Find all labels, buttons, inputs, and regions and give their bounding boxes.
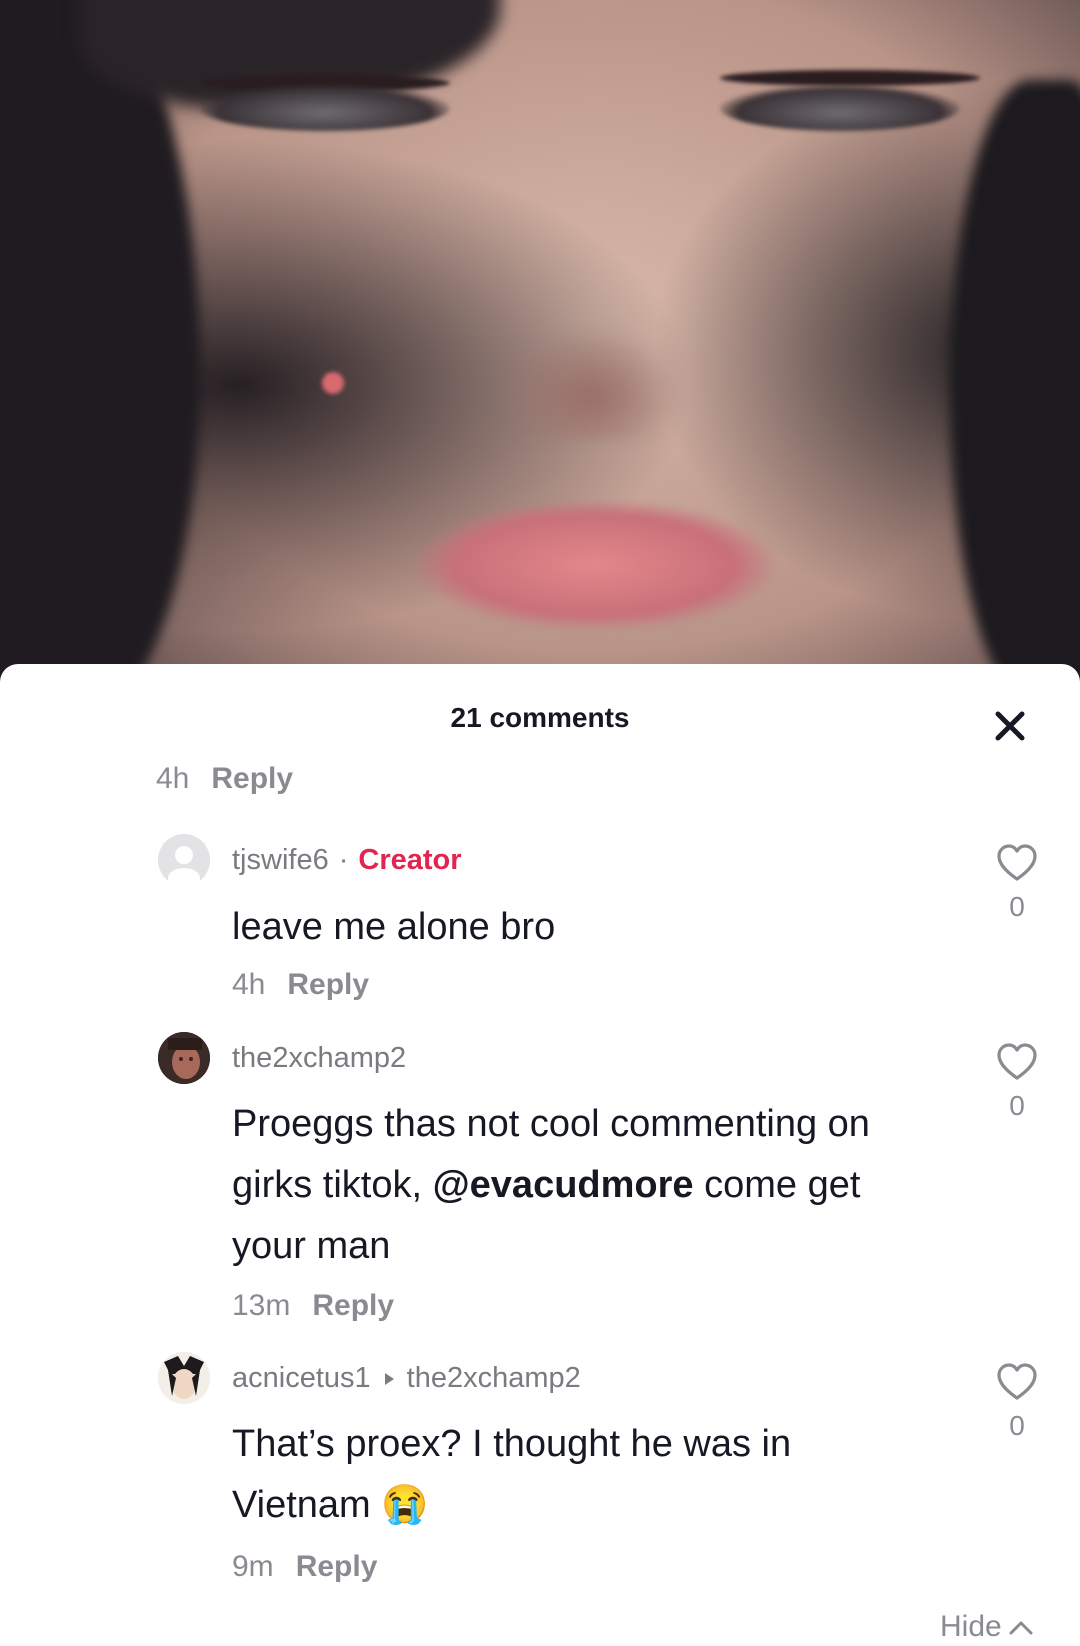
default-avatar-icon	[158, 834, 210, 886]
comment-time: 13m	[232, 1289, 291, 1322]
comment-time: 4h	[156, 762, 190, 795]
reply-arrow-icon	[384, 1372, 394, 1385]
anime-avatar-icon	[158, 1352, 210, 1404]
comment-time: 4h	[232, 968, 266, 1001]
like-count: 0	[1009, 1090, 1025, 1121]
user-photo-avatar-icon	[158, 1032, 210, 1084]
previous-comment-meta: 4h Reply	[156, 762, 293, 796]
like-button[interactable]: 0	[996, 1363, 1038, 1442]
chevron-up-icon	[1009, 1621, 1033, 1635]
comment-username[interactable]: the2xchamp2	[232, 1042, 406, 1075]
like-button[interactable]: 0	[996, 844, 1038, 923]
reply-button[interactable]: Reply	[296, 1550, 378, 1584]
avatar[interactable]	[158, 1352, 210, 1404]
comment-meta: 4h Reply	[232, 968, 369, 1002]
comment-text: leave me alone bro	[232, 906, 556, 948]
reply-button[interactable]: Reply	[312, 1289, 394, 1323]
comment-meta: 13m Reply	[232, 1289, 394, 1323]
close-button[interactable]	[990, 706, 1030, 746]
heart-icon	[997, 844, 1037, 881]
heart-icon	[997, 1043, 1037, 1080]
comment-meta: 9m Reply	[232, 1550, 377, 1584]
comment-username[interactable]: tjswife6	[232, 844, 329, 877]
avatar[interactable]	[158, 1032, 210, 1084]
avatar[interactable]	[158, 834, 210, 886]
comment-time: 9m	[232, 1550, 274, 1583]
reply-button[interactable]: Reply	[287, 968, 369, 1002]
reply-button[interactable]: Reply	[211, 762, 293, 796]
hide-replies-button[interactable]: Hide	[940, 1610, 1034, 1644]
comment-username[interactable]: acnicetus1	[232, 1362, 371, 1395]
creator-badge: Creator	[358, 844, 462, 876]
like-count: 0	[1009, 891, 1025, 922]
mention-link[interactable]: @evacudmore	[433, 1164, 694, 1206]
like-button[interactable]: 0	[996, 1043, 1038, 1122]
separator-dot: ·	[338, 844, 349, 876]
hide-label: Hide	[940, 1610, 1002, 1643]
like-count: 0	[1009, 1410, 1025, 1441]
comments-count-title: 21 comments	[450, 702, 630, 733]
comment-text: That’s proex? I thought he was in Vietna…	[232, 1423, 792, 1526]
heart-icon	[997, 1363, 1037, 1400]
close-icon	[995, 711, 1025, 741]
crying-emoji: 😭	[381, 1484, 429, 1526]
reply-to-username[interactable]: the2xchamp2	[407, 1362, 581, 1395]
comment-text: Proeggs thas not cool commenting on girk…	[232, 1103, 870, 1267]
video-background	[0, 0, 1080, 700]
